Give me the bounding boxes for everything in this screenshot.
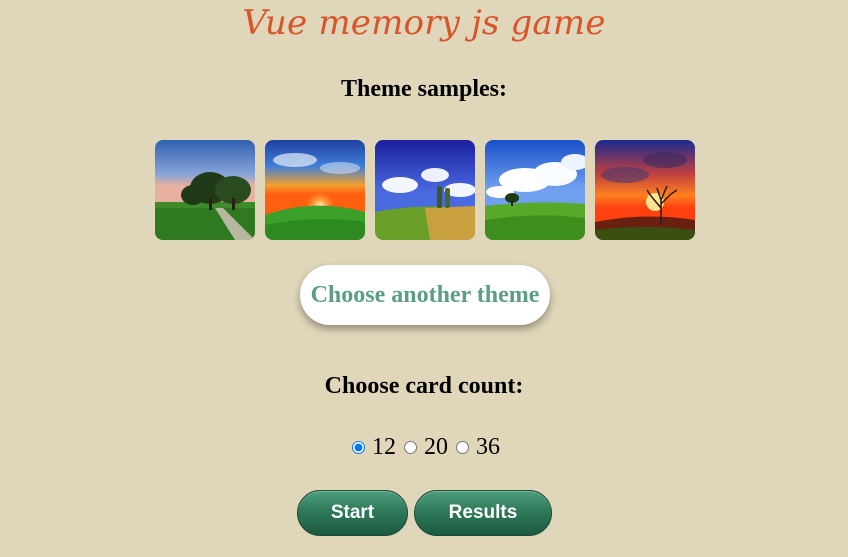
card-count-heading: Choose card count: — [324, 373, 524, 399]
results-button[interactable]: Results — [414, 490, 552, 536]
card-count-options: 12 20 36 — [0, 432, 848, 462]
landscape-blue-sky-field-image — [375, 140, 475, 240]
card-count-radio-12[interactable] — [352, 440, 365, 454]
card-count-label-20: 20 — [424, 434, 448, 460]
start-button[interactable]: Start — [297, 490, 408, 536]
card-count-option-20[interactable]: 20 — [400, 432, 448, 462]
card-count-radio-36[interactable] — [456, 440, 469, 454]
landscape-sunset-dead-tree-image — [595, 140, 695, 240]
theme-samples-row — [155, 140, 695, 240]
page-title: Vue memory js game — [242, 3, 606, 43]
landscape-tree-road-image — [155, 140, 255, 240]
card-count-label-36: 36 — [476, 434, 500, 460]
landscape-clouds-grass-image — [485, 140, 585, 240]
card-count-option-12[interactable]: 12 — [348, 432, 396, 462]
card-count-option-36[interactable]: 36 — [452, 432, 500, 462]
card-count-radio-20[interactable] — [404, 440, 417, 454]
landscape-sunset-hill-image — [265, 140, 365, 240]
theme-samples-heading: Theme samples: — [341, 76, 507, 102]
choose-theme-button[interactable]: Choose another theme — [300, 265, 550, 325]
card-count-label-12: 12 — [372, 434, 396, 460]
